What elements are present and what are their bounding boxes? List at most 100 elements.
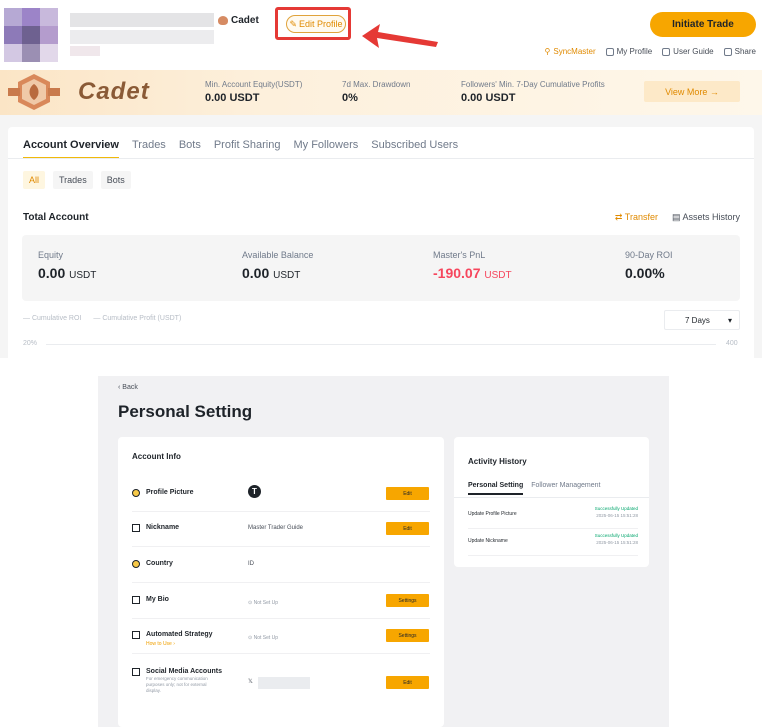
legend-roi[interactable]: Cumulative ROI	[23, 315, 81, 322]
y-axis-right-tick: 400	[726, 340, 738, 347]
profile-header: Cadet ✎ Edit Profile Initiate Trade ⚲ Syn…	[0, 0, 762, 70]
stat-number: 0.00%	[625, 265, 665, 281]
row-nickname: Nickname Master Trader Guide Edit	[132, 512, 430, 547]
cadet-badge-icon	[8, 74, 60, 110]
row-label: My Bio	[146, 596, 169, 603]
transfer-button[interactable]: ⇄ Transfer	[615, 212, 658, 223]
level-tag: Cadet	[218, 15, 259, 26]
profile-picture-thumbnail: T	[248, 485, 261, 498]
edit-profile-highlight: ✎ Edit Profile	[275, 7, 351, 40]
stat-value: 0.00%	[625, 265, 673, 281]
user-guide-label: User Guide	[673, 47, 714, 56]
banner-title: Cadet	[78, 78, 150, 105]
level-banner: Cadet Min. Account Equity(USDT) 0.00 USD…	[0, 70, 762, 115]
activity-status: Successfully Updated	[594, 506, 638, 511]
row-label: Profile Picture	[146, 489, 194, 496]
blurred-user-info	[70, 30, 214, 44]
period-value: 7 Days	[685, 315, 710, 325]
share-link[interactable]: Share	[723, 47, 756, 56]
stat-value: 0%	[342, 92, 358, 104]
period-select[interactable]: 7 Days ▾	[664, 310, 740, 330]
subtab-bots[interactable]: Bots	[100, 171, 131, 189]
stat-label: 90-Day ROI	[625, 250, 673, 260]
how-to-use-link[interactable]: How to Use ›	[146, 641, 175, 647]
row-profile-picture: Profile Picture T Edit	[132, 477, 430, 512]
activity-status: Successfully Updated	[594, 533, 638, 538]
blurred-username	[70, 13, 214, 27]
y-axis-left-tick: 20%	[23, 340, 38, 347]
edit-social-button[interactable]: Edit	[386, 676, 429, 689]
row-country: Country ID	[132, 548, 430, 583]
tab-follower-management[interactable]: Follower Management	[531, 482, 600, 495]
subtab-all[interactable]: All	[23, 171, 46, 189]
edit-nickname-button[interactable]: Edit	[386, 522, 429, 535]
assets-history-button[interactable]: ▤ Assets History	[672, 212, 740, 223]
account-stats: Equity 0.00 USDT Available Balance 0.00 …	[22, 235, 740, 301]
tab-trades[interactable]: Trades	[132, 139, 166, 159]
sync-icon: ⚲	[544, 47, 551, 56]
stat-90-day-roi: 90-Day ROI 0.00%	[625, 250, 673, 281]
activity-item: Update Profile Picture Successfully Upda…	[468, 503, 638, 529]
stat-master-pnl: Master's PnL -190.07 USDT	[433, 250, 512, 281]
edit-profile-label: Edit Profile	[299, 19, 343, 29]
my-profile-label: My Profile	[616, 47, 653, 56]
chevron-down-icon: ▾	[727, 315, 732, 325]
row-label: Social Media Accounts	[146, 668, 222, 675]
activity-text: Update Nickname	[468, 538, 508, 544]
stat-label: Equity	[38, 250, 64, 260]
stat-value: 0.00 USDT	[242, 265, 313, 281]
blurred-user-extra	[70, 46, 100, 56]
id-card-icon	[132, 524, 140, 532]
edit-picture-button[interactable]: Edit	[386, 487, 429, 500]
activity-date: 2025-06-15 15:51:28	[596, 540, 638, 545]
row-label: Nickname	[146, 524, 180, 531]
syncmaster-link[interactable]: ⚲ SyncMaster	[545, 47, 596, 56]
activity-tab-divider	[454, 497, 649, 498]
share-label: Share	[734, 47, 756, 56]
activity-text: Update Profile Picture	[468, 511, 517, 517]
bio-settings-button[interactable]: Settings	[386, 594, 429, 607]
subtab-trades[interactable]: Trades	[53, 171, 93, 189]
tab-subscribed-users[interactable]: Subscribed Users	[371, 139, 458, 159]
stat-number: -190.07	[433, 265, 481, 281]
activity-item: Update Nickname Successfully Updated 202…	[468, 530, 638, 556]
stat-value: 0.00 USDT	[38, 265, 96, 281]
social-description: For emergency communication purposes onl…	[146, 676, 208, 693]
gridline	[46, 344, 716, 345]
account-info-card: Account Info Profile Picture T Edit Nick…	[118, 437, 444, 727]
share-icon	[723, 47, 732, 56]
tab-account-overview[interactable]: Account Overview	[23, 139, 119, 159]
initiate-trade-button[interactable]: Initiate Trade	[650, 12, 756, 37]
my-profile-link[interactable]: My Profile	[605, 47, 653, 56]
stat-value: 0.00 USDT	[205, 92, 260, 104]
view-more-button[interactable]: View More →	[644, 81, 740, 102]
banner-stat-drawdown: 7d Max. Drawdown 0%	[342, 80, 410, 104]
country-value: ID	[248, 561, 254, 567]
tab-profit-sharing[interactable]: Profit Sharing	[214, 139, 281, 159]
main-tabs: Account Overview Trades Bots Profit Shar…	[23, 139, 458, 159]
stat-value: -190.07 USDT	[433, 265, 512, 281]
edit-icon: ✎	[289, 18, 297, 29]
stat-unit: USDT	[484, 270, 512, 281]
account-info-title: Account Info	[132, 452, 181, 461]
back-link[interactable]: ‹ Back	[118, 384, 138, 391]
level-name: Cadet	[231, 15, 259, 26]
activity-date: 2025-06-15 15:51:28	[596, 513, 638, 518]
row-social-media: Social Media Accounts For emergency comm…	[132, 656, 430, 712]
activity-history-title: Activity History	[468, 457, 527, 466]
stat-label: Followers' Min. 7-Day Cumulative Profits	[461, 80, 605, 89]
user-guide-link[interactable]: User Guide	[662, 47, 714, 56]
stat-label: Master's PnL	[433, 250, 486, 260]
stat-label: Min. Account Equity(USDT)	[205, 80, 303, 89]
tab-bots[interactable]: Bots	[179, 139, 201, 159]
tab-my-followers[interactable]: My Followers	[293, 139, 358, 159]
stat-label: Available Balance	[242, 250, 314, 260]
strategy-settings-button[interactable]: Settings	[386, 629, 429, 642]
page-title: Personal Setting	[118, 402, 253, 421]
strategy-icon	[132, 631, 140, 639]
sub-tabs: All Trades Bots	[23, 171, 131, 189]
tab-personal-setting[interactable]: Personal Setting	[468, 482, 524, 495]
edit-profile-button[interactable]: ✎ Edit Profile	[286, 15, 346, 33]
profile-page-screenshot: Cadet ✎ Edit Profile Initiate Trade ⚲ Syn…	[0, 0, 762, 358]
legend-profit[interactable]: Cumulative Profit (USDT)	[93, 315, 181, 322]
